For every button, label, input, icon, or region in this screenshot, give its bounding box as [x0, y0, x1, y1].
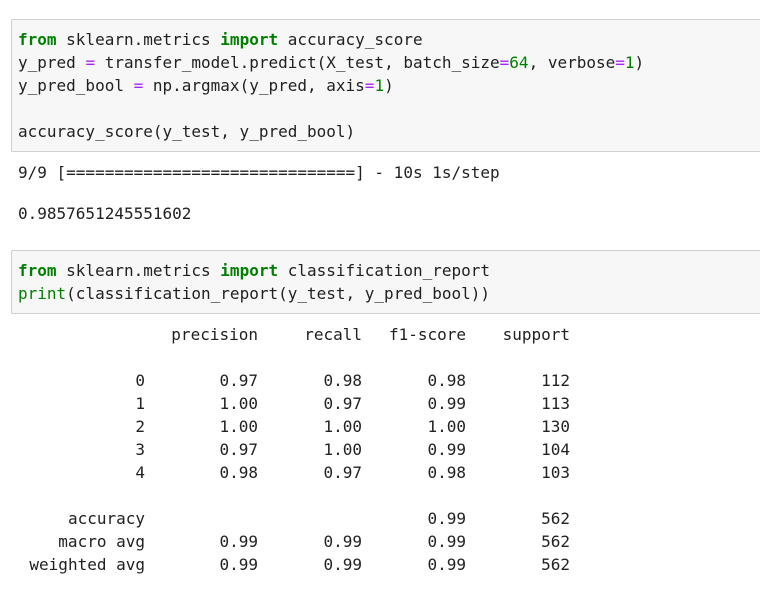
- report-cell: 562: [541, 532, 570, 551]
- code-text: ): [384, 76, 394, 95]
- accuracy-output: 0.9857651245551602: [18, 204, 192, 223]
- report-header: recall: [304, 325, 362, 344]
- operator: =: [615, 53, 625, 72]
- report-cell: 0.98: [427, 371, 466, 390]
- keyword: import: [220, 30, 279, 49]
- code-text: sklearn.metrics: [56, 30, 221, 49]
- report-cell: 0.97: [323, 394, 362, 413]
- progress-output: 9/9 [==============================] - 1…: [18, 163, 500, 182]
- code-line: y_pred = transfer_model.predict(X_test, …: [18, 51, 644, 74]
- code-text: classification_report: [278, 261, 491, 280]
- report-cell: 0.99: [219, 555, 258, 574]
- code-line: accuracy_score(y_test, y_pred_bool): [18, 122, 356, 141]
- report-cell: 0.97: [219, 371, 258, 390]
- report-cell: 1.00: [219, 417, 258, 436]
- report-row-label: 1: [135, 394, 145, 413]
- report-cell: 0.99: [323, 532, 362, 551]
- code-text: transfer_model.predict(X_test, batch_siz…: [95, 53, 500, 72]
- report-cell: 562: [541, 509, 570, 528]
- operator: =: [499, 53, 510, 72]
- code-line: from sklearn.metrics import classificati…: [18, 259, 490, 282]
- report-cell: 0.97: [219, 440, 258, 459]
- code-line: print(classification_report(y_test, y_pr…: [18, 282, 490, 305]
- report-cell: 0.98: [323, 371, 362, 390]
- keyword: import: [220, 261, 279, 280]
- code-line: y_pred_bool = np.argmax(y_pred, axis=1): [18, 74, 394, 97]
- report-cell: 0.99: [427, 532, 466, 551]
- report-cell: 0.98: [219, 463, 258, 482]
- report-cell: 1.00: [323, 417, 362, 436]
- code-line: from sklearn.metrics import accuracy_sco…: [18, 28, 423, 51]
- report-cell: 1.00: [219, 394, 258, 413]
- report-cell: 562: [541, 555, 570, 574]
- report-cell: 104: [541, 440, 570, 459]
- code-text: accuracy_score: [278, 30, 423, 49]
- number: 1: [374, 76, 385, 95]
- keyword: from: [18, 30, 57, 49]
- number: 1: [624, 53, 635, 72]
- report-cell: 0.98: [427, 463, 466, 482]
- report-row-label: 4: [135, 463, 145, 482]
- report-summary-label: macro avg: [58, 532, 145, 551]
- report-cell: 130: [541, 417, 570, 436]
- report-cell: 0.99: [427, 555, 466, 574]
- code-text: sklearn.metrics: [56, 261, 221, 280]
- report-cell: 0.99: [219, 532, 258, 551]
- code-text: np.argmax(y_pred, axis: [143, 76, 365, 95]
- report-summary-label: weighted avg: [29, 555, 145, 574]
- report-header: support: [502, 325, 570, 344]
- report-cell: 0.99: [427, 440, 466, 459]
- report-row-label: 3: [135, 440, 145, 459]
- report-cell: 0.99: [427, 394, 466, 413]
- report-header: precision: [171, 325, 258, 344]
- report-cell: 1.00: [323, 440, 362, 459]
- code-text: y_pred_bool: [18, 76, 134, 95]
- operator: =: [85, 53, 96, 72]
- report-cell: 0.99: [323, 555, 362, 574]
- report-row-label: 0: [135, 371, 145, 390]
- report-cell: 103: [541, 463, 570, 482]
- operator: =: [133, 76, 144, 95]
- report-cell: 0.97: [323, 463, 362, 482]
- number: 64: [509, 53, 529, 72]
- builtin: print: [18, 284, 67, 303]
- report-header: f1-score: [388, 325, 466, 344]
- report-cell: 1.00: [427, 417, 466, 436]
- report-row-label: 2: [135, 417, 145, 436]
- code-text: (classification_report(y_test, y_pred_bo…: [66, 284, 491, 303]
- report-cell: 112: [541, 371, 570, 390]
- keyword: from: [18, 261, 57, 280]
- report-summary-label: accuracy: [67, 509, 145, 528]
- operator: =: [364, 76, 375, 95]
- report-cell: 0.99: [427, 509, 466, 528]
- code-text: y_pred: [18, 53, 86, 72]
- code-text: ): [634, 53, 645, 72]
- code-text: , verbose: [528, 53, 616, 72]
- report-cell: 113: [541, 394, 570, 413]
